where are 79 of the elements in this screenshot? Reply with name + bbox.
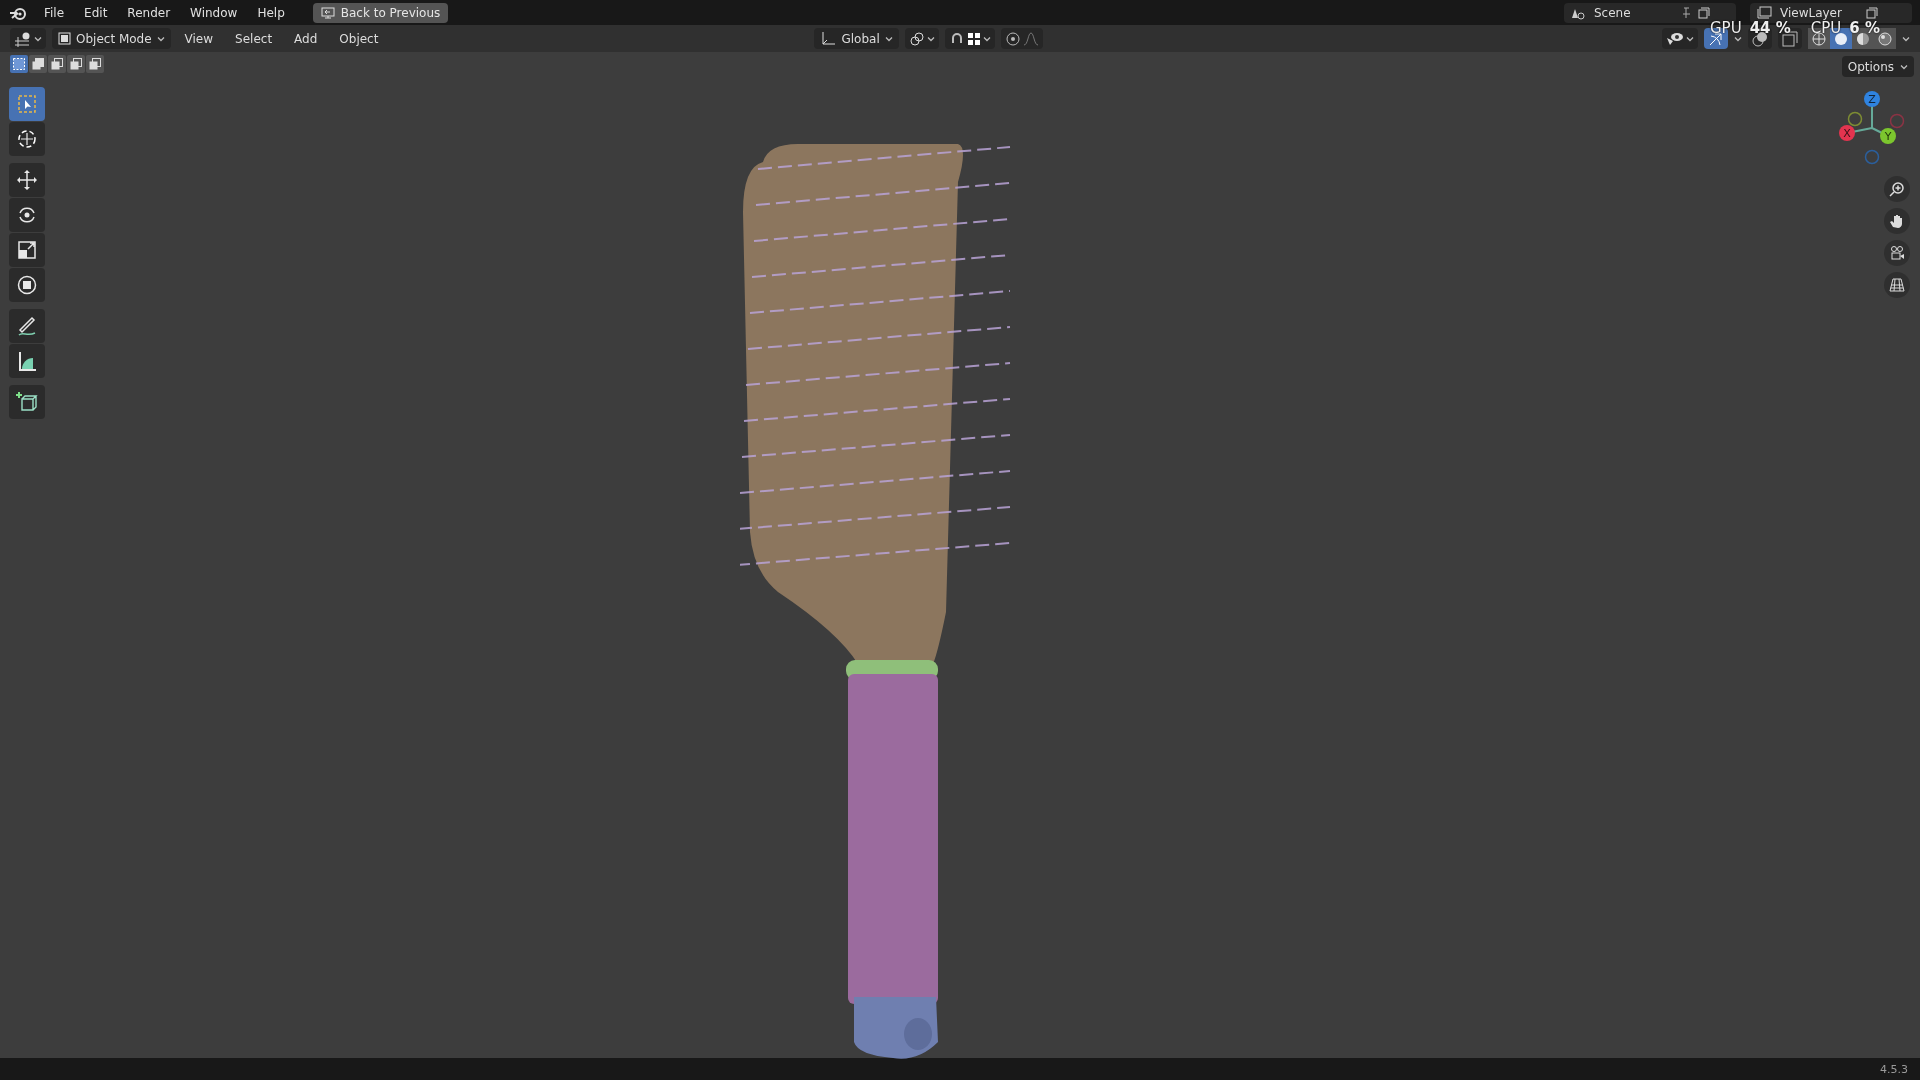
transform-tool[interactable] <box>9 268 45 302</box>
move-tool[interactable] <box>9 163 45 197</box>
axis-gizmo[interactable]: Z X Y <box>1832 88 1912 168</box>
square-icon <box>58 32 71 45</box>
grid-icon <box>966 31 981 46</box>
sphere-icon <box>1834 31 1848 46</box>
cursor-tool[interactable] <box>9 122 45 156</box>
menu-item[interactable]: Edit <box>76 2 116 23</box>
menu-item[interactable]: File <box>36 2 73 23</box>
copy-icon[interactable] <box>1866 6 1878 19</box>
orientation-label: Global <box>841 31 880 46</box>
select-mode-button[interactable] <box>48 55 66 73</box>
screen-icon <box>320 6 335 19</box>
select-mode-button[interactable] <box>67 55 85 73</box>
selection-mode-icon <box>51 58 63 70</box>
chevron-icon <box>1900 62 1908 71</box>
selection-mode-icon <box>89 58 101 70</box>
selection-mode-icon <box>13 58 25 70</box>
perspective-button[interactable] <box>1884 272 1910 298</box>
zoom-icon <box>1889 181 1905 197</box>
falloff-icon <box>1022 31 1039 46</box>
editor-type-button[interactable] <box>10 28 46 49</box>
mode-dropdown[interactable]: Object Mode <box>52 28 171 49</box>
chevron-icon <box>982 34 991 43</box>
pivot-button[interactable] <box>904 28 939 49</box>
add-cube-icon <box>15 390 39 414</box>
select-mode-button[interactable] <box>29 55 47 73</box>
version-label: 4.5.3 <box>1880 1062 1908 1076</box>
chevron-icon <box>926 34 935 43</box>
selection-mode-icon <box>32 58 44 70</box>
back-button[interactable]: Back to Previous <box>312 2 449 23</box>
layers-icon <box>1756 5 1774 20</box>
measure-tool[interactable] <box>9 344 45 378</box>
checker-sphere-icon <box>1856 31 1870 46</box>
select-mode-button[interactable] <box>10 55 28 73</box>
menu-item[interactable]: Render <box>119 2 179 23</box>
pin-icon[interactable] <box>1680 6 1692 19</box>
axes-icon <box>820 30 837 47</box>
copy-icon[interactable] <box>1698 6 1710 19</box>
menu-item[interactable]: Help <box>249 2 293 23</box>
menu-item[interactable]: Window <box>182 2 246 23</box>
chevron-icon <box>1734 34 1742 43</box>
add-cube-tool[interactable] <box>9 385 45 419</box>
visibility-button[interactable] <box>1662 28 1698 49</box>
rotate-tool[interactable] <box>9 198 45 232</box>
zoom-button[interactable] <box>1884 176 1910 202</box>
viewport-icon <box>14 30 32 47</box>
target-icon <box>1004 30 1021 47</box>
scale-icon <box>15 238 39 262</box>
select-icon <box>15 92 39 116</box>
header-menu-item[interactable]: View <box>176 31 222 46</box>
camera-view-button[interactable] <box>1884 240 1910 266</box>
orientation-dropdown[interactable]: Global <box>814 28 899 49</box>
options-dropdown[interactable]: Options <box>1841 56 1914 77</box>
transform-icon <box>15 273 39 297</box>
camera-icon <box>1889 245 1905 261</box>
snap-button[interactable] <box>944 28 995 49</box>
proportional-button[interactable] <box>1000 28 1043 49</box>
pan-button[interactable] <box>1884 208 1910 234</box>
selection-mode-icon <box>70 58 82 70</box>
mode-label: Object Mode <box>76 31 152 46</box>
shaded-sphere-icon <box>1878 31 1892 46</box>
header-menu-item[interactable]: Object <box>331 31 387 46</box>
grid-icon <box>1889 277 1905 293</box>
chevron-icon <box>1686 34 1694 43</box>
move-icon <box>15 168 39 192</box>
select-mode-button[interactable] <box>86 55 104 73</box>
chevron-icon <box>156 34 165 43</box>
cursor-icon <box>15 127 39 151</box>
scale-tool[interactable] <box>9 233 45 267</box>
annotate-tool[interactable] <box>9 309 45 343</box>
chevron-icon <box>34 34 42 43</box>
chevron-icon <box>1902 34 1910 43</box>
header-menu-item[interactable]: Select <box>227 31 281 46</box>
chevron-icon <box>884 34 893 43</box>
hand-icon <box>1889 213 1905 229</box>
header-menu-item[interactable]: Add <box>286 31 326 46</box>
link-icon <box>908 30 925 47</box>
eye-icon <box>1666 31 1684 46</box>
